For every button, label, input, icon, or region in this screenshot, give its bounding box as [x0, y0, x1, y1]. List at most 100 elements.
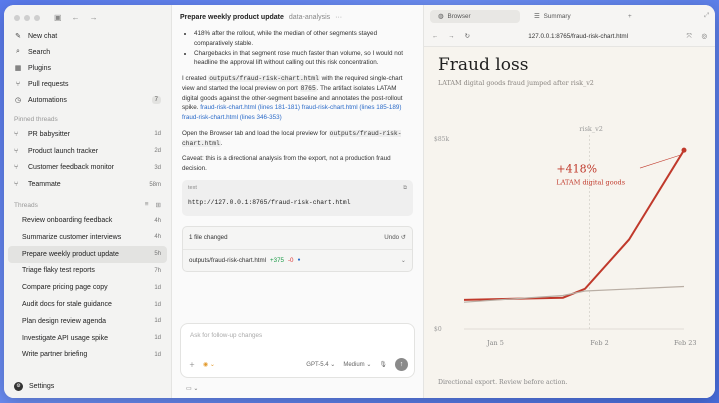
model-selector[interactable]: GPT-5.4 ⌄	[306, 361, 335, 368]
more-options-icon[interactable]: ···	[335, 14, 342, 21]
open-external-icon[interactable]: ◎	[702, 33, 708, 40]
new-tab-icon[interactable]: +	[628, 13, 632, 20]
add-attachment-icon[interactable]: ＋	[189, 360, 195, 369]
clock-icon: ◷	[14, 97, 22, 104]
thread-item[interactable]: Prepare weekly product update 5h	[8, 245, 167, 263]
thread-time: 1d	[154, 284, 161, 291]
chat-title: Prepare weekly product update	[180, 13, 284, 21]
chat-header: Prepare weekly product update data-analy…	[172, 5, 423, 29]
tab-browser[interactable]: ◍ Browser	[430, 9, 520, 23]
threads-heading-label: Threads	[14, 201, 38, 209]
url-field[interactable]: 127.0.0.1:8765/fraud-risk-chart.html	[480, 33, 677, 40]
filter-icon[interactable]: ≡	[145, 201, 149, 209]
copy-icon[interactable]: ⧉	[403, 184, 407, 193]
project-name[interactable]: data-analysis	[289, 14, 330, 21]
undo-button[interactable]: Undo ↺	[384, 233, 406, 243]
summary-icon: ☰	[534, 12, 540, 20]
nav-plugins[interactable]: ▦ Plugins	[4, 60, 171, 76]
thread-item[interactable]: Audit docs for stale guidance 1d	[4, 296, 171, 313]
composer-input[interactable]: Ask for follow-up changes	[181, 324, 414, 347]
pinned-threads-heading: Pinned threads	[14, 116, 58, 123]
text: .	[220, 139, 223, 147]
back-icon[interactable]: ←	[432, 33, 438, 40]
page-subtitle: LATAM digital goods fraud jumped after r…	[438, 79, 594, 87]
thread-item[interactable]: ⑂ Product launch tracker 2d	[4, 143, 171, 160]
thread-time: 1d	[154, 131, 161, 138]
thread-label: Customer feedback monitor	[28, 164, 114, 172]
inline-code: outputs/fraud-risk-chart.html	[208, 75, 320, 82]
message-bullet: 418% after the rollout, while the median…	[194, 29, 413, 49]
settings-label: Settings	[29, 383, 55, 390]
web-page: Fraud loss LATAM digital goods fraud jum…	[424, 47, 715, 398]
undo-label: Undo	[384, 234, 400, 242]
annotation-label: LATAM digital goods	[556, 179, 625, 187]
x-tick-label: Feb 23	[674, 339, 697, 347]
nav-automations[interactable]: ◷ Automations 7	[4, 92, 171, 108]
send-button[interactable]: ↑	[395, 358, 408, 371]
nav-pull-requests[interactable]: ⑂ Pull requests	[4, 76, 171, 92]
composer: Ask for follow-up changes ＋ ◉ ⌄ GPT-5.4 …	[180, 323, 415, 378]
expand-icon[interactable]: ⤢	[704, 12, 709, 20]
microphone-icon[interactable]: 🎙︎	[379, 361, 387, 368]
files-changed-card: 1 file changed Undo ↺ outputs/fraud-risk-…	[182, 226, 413, 273]
thread-item[interactable]: Triage flaky test reports 7h	[4, 263, 171, 280]
code-content: http://127.0.0.1:8765/fraud-risk-chart.h…	[188, 199, 351, 207]
nav-search[interactable]: ⌕ Search	[4, 44, 171, 60]
sidebar-toggle-icon[interactable]: ▣	[54, 13, 62, 22]
browser-panel: ◍ Browser ☰ Summary + ⤢ ← → ↻ 127.0.0.1:87…	[424, 5, 715, 398]
thread-time: 3d	[154, 164, 161, 171]
effort-selector[interactable]: Medium ⌄	[343, 361, 371, 368]
changed-file-row[interactable]: outputs/fraud-risk-chart.html +375 -0 ● …	[183, 250, 412, 272]
new-folder-icon[interactable]: ⊞	[156, 201, 161, 209]
minimize-window-button[interactable]	[24, 14, 30, 21]
thread-item[interactable]: Compare pricing page copy 1d	[4, 279, 171, 296]
thread-item[interactable]: ⑂ Customer feedback monitor 3d	[4, 160, 171, 177]
thread-label: Teammate	[28, 181, 61, 189]
model-label: GPT-5.4	[306, 362, 329, 368]
inline-code: 8765	[299, 84, 317, 92]
x-tick-label: Feb 2	[590, 339, 608, 347]
chevron-down-icon[interactable]: ⌄	[401, 256, 406, 266]
settings-button[interactable]: ⚙ Settings	[4, 376, 171, 398]
thread-label: Product launch tracker	[28, 147, 99, 155]
close-window-button[interactable]	[14, 14, 20, 21]
window-controls: ▣ ← →	[4, 5, 171, 28]
forward-arrow-icon[interactable]: →	[90, 13, 98, 22]
changed-file-name: outputs/fraud-risk-chart.html	[189, 256, 267, 264]
annotation-value: +418%	[556, 163, 597, 176]
chat-messages: 418% after the rollout, while the median…	[172, 29, 423, 273]
thread-time: 1d	[154, 318, 161, 325]
thread-item[interactable]: Plan design review agenda 1d	[4, 313, 171, 330]
reload-icon[interactable]: ↻	[465, 33, 470, 40]
thread-time: 7h	[154, 267, 161, 274]
annotation-connector	[639, 154, 682, 169]
environment-selector[interactable]: ▭ ⌄	[186, 385, 198, 392]
thread-item[interactable]: Summarize customer interviews 4h	[4, 229, 171, 246]
threads-list: Review onboarding feedback 4h Summarize cu…	[4, 212, 171, 363]
thread-item[interactable]: Investigate API usage spike 1d	[4, 330, 171, 347]
pull-request-icon: ⑂	[15, 80, 21, 88]
fraud-loss-chart: $85k $0 risk_v2 Jan 5 Feb 2 Feb 23 +418% LATAM …	[434, 125, 697, 347]
file-link[interactable]: fraud-risk-chart.html (lines 185-189)	[302, 104, 402, 111]
back-arrow-icon[interactable]: ←	[72, 13, 80, 22]
thread-item[interactable]: ⑂ Teammate 58m	[4, 176, 171, 193]
zoom-window-button[interactable]	[34, 14, 40, 21]
file-link[interactable]: fraud-risk-chart.html (lines 346-353)	[182, 114, 282, 121]
globe-icon: ◍	[438, 12, 444, 20]
permissions-icon[interactable]: ◉ ⌄	[203, 361, 215, 368]
thread-label: PR babysitter	[28, 130, 71, 138]
pick-element-icon[interactable]: ⤧	[686, 33, 691, 41]
nav-new-chat[interactable]: ✎ New chat	[4, 28, 171, 44]
file-link[interactable]: fraud-risk-chart.html (lines 181-181)	[200, 104, 300, 111]
automations-count-badge: 7	[151, 96, 161, 104]
event-marker-label: risk_v2	[579, 125, 603, 133]
thread-item[interactable]: Write partner briefing 1d	[4, 347, 171, 364]
page-footer: Directional export. Review before action…	[438, 379, 568, 386]
thread-label: Review onboarding feedback	[22, 217, 113, 225]
thread-item[interactable]: Review onboarding feedback 4h	[4, 212, 171, 229]
tab-summary[interactable]: ☰ Summary	[526, 10, 616, 23]
forward-icon[interactable]: →	[448, 33, 454, 40]
thread-label: Audit docs for stale guidance	[22, 301, 112, 309]
thread-label: Write partner briefing	[22, 351, 88, 359]
thread-item[interactable]: ⑂ PR babysitter 1d	[4, 126, 171, 143]
